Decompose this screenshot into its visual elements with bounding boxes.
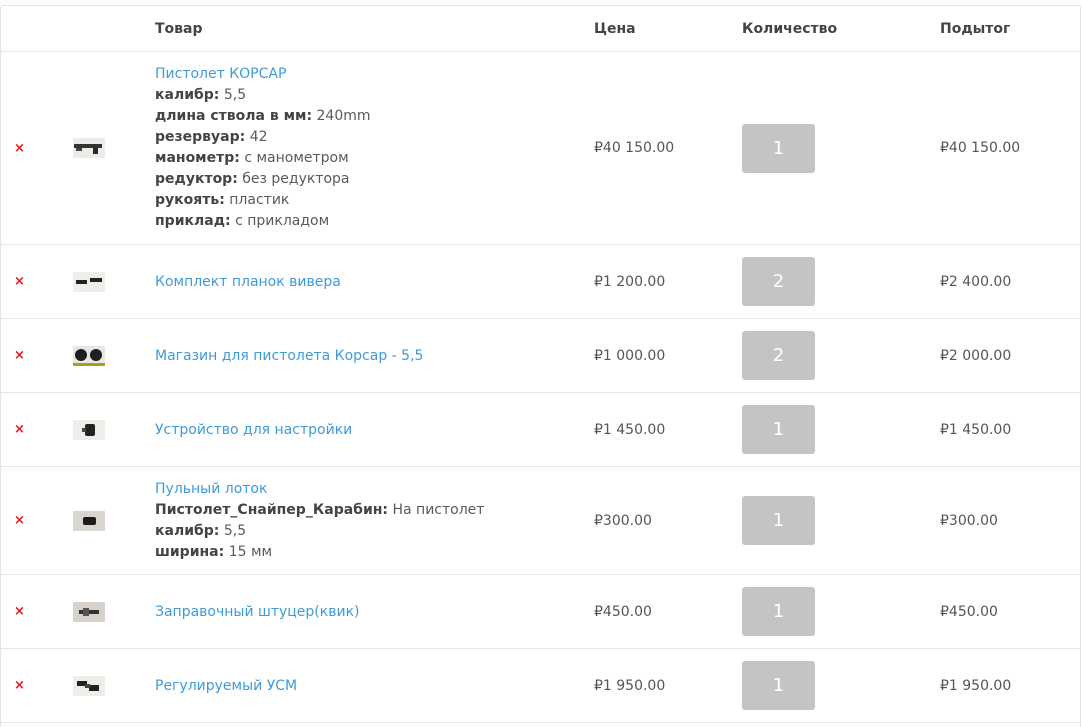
item-price: ₽1 950.00 xyxy=(594,677,666,694)
cart-item-row: × Магазин для пистолета Корсар - 5,5 ₽1 … xyxy=(1,319,1080,393)
product-name-link[interactable]: Устройство для настройки xyxy=(155,422,352,438)
weaver-rail-thumbnail-icon[interactable] xyxy=(73,271,105,292)
quantity-input[interactable] xyxy=(742,123,815,173)
item-price: ₽300.00 xyxy=(594,512,652,529)
quantity-input[interactable] xyxy=(742,587,815,636)
remove-item-icon[interactable]: × xyxy=(14,349,25,362)
product-name-link[interactable]: Магазин для пистолета Корсар - 5,5 xyxy=(155,348,423,364)
product-attribute: длина ствола в мм: 240mm xyxy=(155,108,371,124)
product-attribute: манометр: с манометром xyxy=(155,150,349,166)
item-price: ₽450.00 xyxy=(594,603,652,620)
magazine-thumbnail-icon[interactable] xyxy=(73,345,105,366)
quantity-input[interactable] xyxy=(742,661,815,710)
item-subtotal: ₽450.00 xyxy=(940,603,998,620)
item-subtotal: ₽1 450.00 xyxy=(940,421,1012,438)
product-attribute: редуктор: без редуктора xyxy=(155,171,350,187)
item-price: ₽1 450.00 xyxy=(594,421,666,438)
item-subtotal: ₽1 950.00 xyxy=(940,677,1012,694)
trigger-thumbnail-icon[interactable] xyxy=(73,675,105,696)
cart-item-row: × Регулируемый УСМ ₽1 950.00 ₽1 950.00 xyxy=(1,649,1080,723)
header-quantity: Количество xyxy=(742,21,838,37)
pistol-thumbnail-icon[interactable] xyxy=(73,138,105,158)
header-product: Товар xyxy=(155,21,203,37)
tuning-device-thumbnail-icon[interactable] xyxy=(73,419,105,440)
product-name-link[interactable]: Заправочный штуцер(квик) xyxy=(155,604,359,620)
cart-item-row: × Устройство для настройки ₽1 450.00 ₽1 … xyxy=(1,393,1080,467)
fill-nipple-thumbnail-icon[interactable] xyxy=(73,601,105,622)
quantity-input[interactable] xyxy=(742,257,815,306)
remove-item-icon[interactable]: × xyxy=(14,142,25,155)
quantity-input[interactable] xyxy=(742,331,815,380)
item-price: ₽1 200.00 xyxy=(594,273,666,290)
quantity-input[interactable] xyxy=(742,496,815,545)
product-attribute: Пистолет_Снайпер_Карабин: На пистолет xyxy=(155,501,485,518)
remove-item-icon[interactable]: × xyxy=(14,275,25,288)
product-attribute: калибр: 5,5 xyxy=(155,87,247,103)
product-attribute: резервуар: 42 xyxy=(155,129,268,145)
cart-item-row: × Заправочный штуцер(квик) ₽450.00 ₽450.… xyxy=(1,575,1080,649)
remove-item-icon[interactable]: × xyxy=(14,605,25,618)
item-subtotal: ₽2 400.00 xyxy=(940,273,1012,290)
item-subtotal: ₽40 150.00 xyxy=(940,140,1021,156)
quantity-input[interactable] xyxy=(742,405,815,454)
product-attribute: калибр: 5,5 xyxy=(155,522,247,539)
cart-table-header: Товар Цена Количество Подытог xyxy=(1,6,1080,52)
remove-item-icon[interactable]: × xyxy=(14,423,25,436)
cart-item-row: × Пульный лоток Пистолет_Снайпер_Карабин… xyxy=(1,467,1080,575)
remove-item-icon[interactable]: × xyxy=(14,514,25,527)
product-name-link[interactable]: Регулируемый УСМ xyxy=(155,678,297,694)
cart-table: Товар Цена Количество Подытог × Пистолет… xyxy=(0,5,1081,727)
item-subtotal: ₽2 000.00 xyxy=(940,347,1012,364)
product-name-link[interactable]: Пульный лоток xyxy=(155,479,484,500)
product-attribute: приклад: с прикладом xyxy=(155,213,330,229)
item-subtotal: ₽300.00 xyxy=(940,512,998,529)
product-attribute: ширина: 15 мм xyxy=(155,543,273,560)
product-attribute: рукоять: пластик xyxy=(155,192,290,208)
cart-item-row: × Пистолет КОРСАР калибр: 5,5 длина ство… xyxy=(1,52,1080,245)
header-price: Цена xyxy=(594,21,636,37)
product-name-link[interactable]: Комплект планок вивера xyxy=(155,274,341,290)
cart-item-row: × Комплект планок вивера ₽1 200.00 ₽2 40… xyxy=(1,245,1080,319)
item-price: ₽40 150.00 xyxy=(594,140,675,156)
product-name-link[interactable]: Пистолет КОРСАР xyxy=(155,64,371,85)
header-subtotal: Подытог xyxy=(940,21,1011,37)
remove-item-icon[interactable]: × xyxy=(14,679,25,692)
pellet-tray-thumbnail-icon[interactable] xyxy=(73,510,105,531)
item-price: ₽1 000.00 xyxy=(594,347,666,364)
